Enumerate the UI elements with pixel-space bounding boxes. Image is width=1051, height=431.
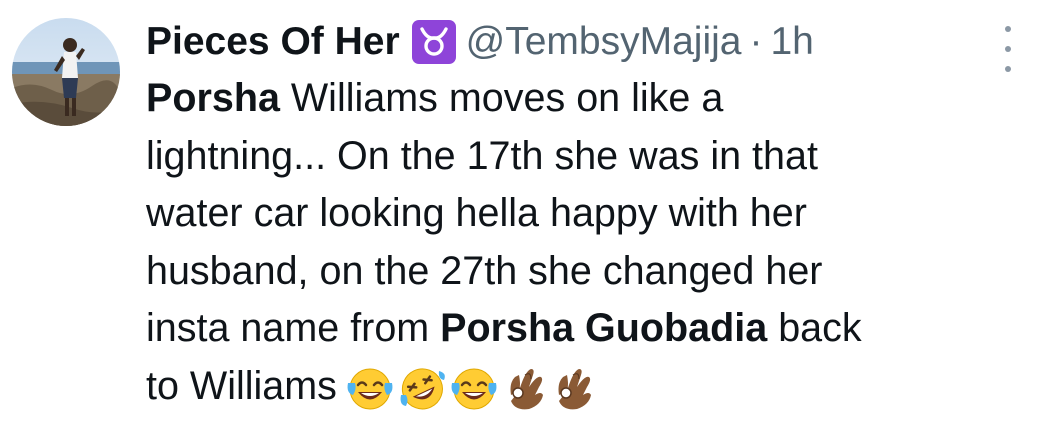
text-segment: to Williams: [146, 363, 337, 408]
emoji-row: [345, 365, 595, 411]
text-segment: back: [767, 306, 862, 350]
dot: [1005, 46, 1011, 52]
tweet-header: Pieces Of Her @TembsyMajija · 1h: [146, 14, 1006, 70]
tweet-text: Porsha Williams moves on like a lightnin…: [146, 70, 1006, 415]
tweet[interactable]: Pieces Of Her @TembsyMajija · 1h Porsha …: [0, 0, 1051, 431]
rofl-emoji-icon: [400, 367, 445, 409]
display-name[interactable]: Pieces Of Her: [146, 20, 400, 64]
bold-text: Porsha: [146, 76, 280, 120]
taurus-icon: [411, 20, 456, 64]
dot: [1005, 26, 1011, 32]
joy-emoji-icon: [347, 368, 393, 409]
bold-text: Porsha Guobadia: [440, 306, 768, 350]
tweet-line: insta name from Porsha Guobadia back: [146, 300, 1006, 358]
tweet-line: lightning... On the 17th she was in that: [146, 133, 818, 178]
tweet-line: to Williams: [146, 358, 1006, 416]
ok-hand-emoji-icon: [510, 368, 543, 409]
joy-emoji-icon: [451, 368, 497, 409]
tweet-line: water car looking hella happy with her: [146, 191, 807, 235]
user-handle[interactable]: @TembsyMajija: [466, 20, 742, 64]
tweet-line: husband, on the 27th she changed her: [146, 248, 823, 293]
text-segment: insta name from: [146, 306, 441, 350]
dot: [1005, 66, 1011, 72]
tweet-content: Pieces Of Her @TembsyMajija · 1h Porsha …: [146, 14, 1006, 415]
avatar[interactable]: [12, 18, 120, 126]
ok-hand-emoji-icon: [558, 368, 591, 409]
more-options-icon[interactable]: [996, 26, 1020, 72]
text-segment: Williams moves on like a: [279, 76, 724, 120]
timestamp[interactable]: 1h: [770, 20, 813, 64]
tweet-line: Porsha Williams moves on like a: [146, 70, 1006, 128]
separator-dot: ·: [749, 20, 763, 63]
